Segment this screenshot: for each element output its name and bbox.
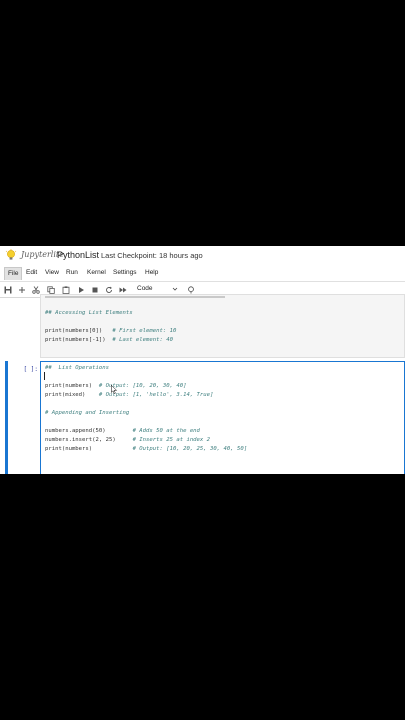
code-cell-list-operations[interactable]: [ ]: ## List Operations print(numbers) #… bbox=[0, 361, 405, 474]
code-line: # Appending and Inserting bbox=[45, 410, 130, 416]
code-line: ## Accessing List Elements bbox=[45, 310, 133, 316]
save-icon[interactable] bbox=[2, 284, 13, 295]
code-line: print(numbers[-1]) # Last element: 40 bbox=[45, 337, 173, 343]
notebook-panel: ## Accessing List Elements print(numbers… bbox=[0, 294, 405, 474]
code-line: print(numbers[0]) # First element: 10 bbox=[45, 328, 177, 334]
jupyterlite-window: Jupyterlite PythonList Last Checkpoint: … bbox=[0, 246, 405, 474]
chevron-down-icon bbox=[172, 287, 178, 291]
menu-bar: File Edit View Run Kernel Settings Help bbox=[0, 266, 405, 280]
code-cell-accessing[interactable]: ## Accessing List Elements print(numbers… bbox=[0, 294, 405, 358]
cell-editor[interactable]: ## List Operations print(numbers) # Outp… bbox=[40, 361, 405, 474]
cell-type-select[interactable]: Code bbox=[134, 284, 178, 294]
menu-view[interactable]: View bbox=[42, 267, 62, 279]
cell-prompt: [ ]: bbox=[23, 366, 38, 373]
notebook-name[interactable]: PythonList bbox=[57, 250, 99, 260]
cell-type-value: Code bbox=[137, 285, 153, 292]
lightbulb-logo-icon bbox=[5, 249, 17, 260]
menu-kernel[interactable]: Kernel bbox=[84, 267, 109, 279]
code-line: numbers.append(50) # Adds 50 at the end bbox=[45, 428, 200, 434]
menu-settings[interactable]: Settings bbox=[110, 267, 140, 279]
active-cell-indicator bbox=[5, 361, 8, 474]
menu-help[interactable]: Help bbox=[142, 267, 161, 279]
menu-edit[interactable]: Edit bbox=[23, 267, 40, 279]
cut-off-code-line bbox=[45, 296, 225, 298]
mouse-pointer-icon bbox=[111, 385, 117, 394]
checkpoint-status: Last Checkpoint: 18 hours ago bbox=[101, 251, 203, 260]
code-line: ## List Operations bbox=[45, 365, 109, 371]
menu-run[interactable]: Run bbox=[63, 267, 81, 279]
text-cursor bbox=[44, 372, 45, 380]
add-cell-icon[interactable] bbox=[16, 284, 27, 295]
title-bar: Jupyterlite PythonList Last Checkpoint: … bbox=[0, 246, 405, 266]
code-line: print(numbers) # Output: [10, 20, 25, 30… bbox=[45, 446, 248, 452]
cell-editor[interactable]: ## Accessing List Elements print(numbers… bbox=[40, 294, 405, 358]
menu-file[interactable]: File bbox=[4, 267, 23, 280]
code-line: numbers.insert(2, 25) # Inserts 25 at in… bbox=[45, 437, 211, 443]
jupyterlite-logo[interactable]: Jupyterlite bbox=[5, 249, 64, 263]
code-line: print(mixed) # Output: [1, 'hello', 3.14… bbox=[45, 392, 214, 398]
